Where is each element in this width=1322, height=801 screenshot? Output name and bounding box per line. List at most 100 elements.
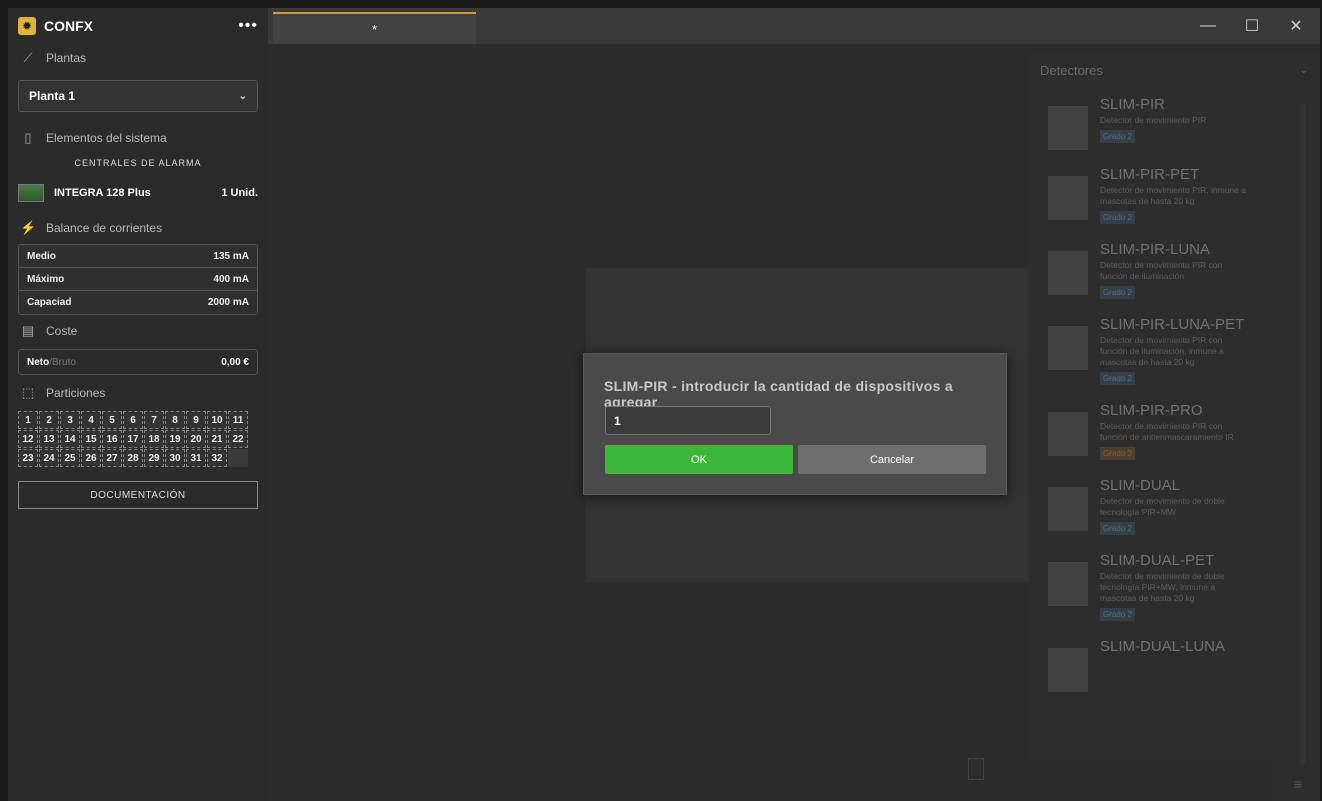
minimize-icon[interactable]: — bbox=[1188, 8, 1228, 44]
central-item[interactable]: INTEGRA 128 Plus 1 Unid. bbox=[8, 178, 268, 208]
partition-cell[interactable]: 27 bbox=[102, 449, 122, 467]
coste-field[interactable]: Neto /Bruto 0,00 € bbox=[18, 349, 258, 375]
detector-desc: Detector de movimiento PIR con función d… bbox=[1100, 335, 1224, 367]
partition-icon: ⬚ bbox=[21, 385, 35, 400]
partition-cell[interactable]: 9 bbox=[186, 411, 206, 429]
detector-item[interactable]: SLIM-PIR-PRO Detector de movimiento PIR c… bbox=[1028, 394, 1320, 469]
detector-desc: Detector de movimiento PIR, inmune a mas… bbox=[1100, 185, 1246, 206]
detector-name: SLIM-DUAL bbox=[1100, 477, 1181, 494]
detector-desc: Detector de movimiento de doble tecnolog… bbox=[1100, 496, 1225, 517]
partition-grid: 1 2 3 4 5 6 7 8 9 10 11 12 13 14 15 16 17 18 19 20 21 22 23 24 2… bbox=[18, 411, 258, 467]
close-icon[interactable]: ✕ bbox=[1276, 8, 1316, 44]
balance-row-value: 2000 mA bbox=[207, 297, 249, 308]
balance-label: Balance de corrientes bbox=[46, 221, 163, 235]
detector-image bbox=[1048, 562, 1088, 606]
partition-cell[interactable]: 17 bbox=[123, 430, 143, 448]
partition-cell[interactable]: 18 bbox=[144, 430, 164, 448]
device-icon: ▯ bbox=[24, 130, 32, 145]
partition-cell[interactable]: 22 bbox=[228, 430, 248, 448]
partition-cell[interactable]: 13 bbox=[39, 430, 59, 448]
coste-label: Coste bbox=[46, 324, 78, 338]
cancel-button[interactable]: Cancelar bbox=[798, 445, 986, 474]
detector-desc: Detector de movimiento PIR con función d… bbox=[1100, 260, 1223, 281]
grade-badge: Grado 2 bbox=[1100, 130, 1135, 143]
partition-cell[interactable]: 8 bbox=[165, 411, 185, 429]
tab-project[interactable]: * bbox=[273, 12, 476, 44]
partition-cell[interactable]: 23 bbox=[18, 449, 38, 467]
detector-info: SLIM-PIR-PRO Detector de movimiento PIR c… bbox=[1100, 402, 1250, 461]
ok-button[interactable]: OK bbox=[605, 445, 793, 474]
balance-row-value: 400 mA bbox=[213, 273, 249, 285]
cost-icon: ▤ bbox=[21, 323, 35, 338]
detector-item[interactable]: SLIM-PIR-PET Detector de movimiento PIR, … bbox=[1028, 158, 1320, 233]
partition-cell[interactable]: 11 bbox=[228, 411, 248, 429]
partition-cell[interactable]: 32 bbox=[207, 449, 227, 467]
detector-item[interactable]: SLIM-PIR Detector de movimiento PIR Grado … bbox=[1028, 88, 1320, 158]
detector-name: SLIM-PIR bbox=[1100, 96, 1166, 113]
partition-cell[interactable]: 1 bbox=[18, 411, 38, 429]
detector-desc: Detector de movimiento de doble tecnolog… bbox=[1100, 571, 1225, 603]
detector-item[interactable]: SLIM-PIR-LUNA-PET Detector de movimiento … bbox=[1028, 308, 1320, 394]
partition-cell[interactable]: 7 bbox=[144, 411, 164, 429]
partition-cell[interactable]: 31 bbox=[186, 449, 206, 467]
detectors-header[interactable]: Detectores ⌄ bbox=[1028, 52, 1320, 88]
detector-image bbox=[1048, 412, 1088, 456]
partition-cell[interactable]: 2 bbox=[39, 411, 59, 429]
floors-icon: ⟋ bbox=[23, 50, 33, 65]
detector-image bbox=[1048, 251, 1088, 295]
partition-cell[interactable]: 25 bbox=[60, 449, 80, 467]
partition-cell[interactable]: 29 bbox=[144, 449, 164, 467]
partition-cell[interactable]: 26 bbox=[81, 449, 101, 467]
detector-info: SLIM-DUAL Detector de movimiento de doble… bbox=[1100, 477, 1250, 536]
lightning-icon: ⚡ bbox=[20, 220, 37, 235]
partition-cell[interactable]: 14 bbox=[60, 430, 80, 448]
partition-cell[interactable]: 28 bbox=[123, 449, 143, 467]
chevron-down-icon: ⌄ bbox=[1299, 64, 1308, 76]
coste-value: 0,00 € bbox=[221, 356, 249, 368]
more-menu-icon[interactable]: ••• bbox=[238, 17, 258, 35]
detector-item[interactable]: SLIM-DUAL-LUNA bbox=[1028, 630, 1320, 700]
menu-icon[interactable]: ≡ bbox=[1294, 776, 1302, 792]
partition-cell[interactable]: 24 bbox=[39, 449, 59, 467]
control-panel-image bbox=[18, 184, 44, 202]
partition-cell[interactable]: 20 bbox=[186, 430, 206, 448]
partition-cell[interactable]: 16 bbox=[102, 430, 122, 448]
detector-desc: Detector de movimiento PIR con función d… bbox=[1100, 421, 1234, 442]
chevron-down-icon: ⌄ bbox=[238, 90, 247, 102]
balance-row: Medio 135 mA bbox=[19, 245, 257, 268]
grade-badge: Grado 2 bbox=[1100, 522, 1135, 535]
balance-row-label: Medio bbox=[27, 250, 56, 262]
partition-cell[interactable]: 12 bbox=[18, 430, 38, 448]
detector-image bbox=[1048, 648, 1088, 692]
planta-select[interactable]: Planta 1 ⌄ bbox=[18, 80, 258, 112]
quantity-input[interactable] bbox=[605, 406, 771, 435]
particiones-header: ⬚ Particiones bbox=[8, 379, 268, 407]
partition-cell[interactable]: 21 bbox=[207, 430, 227, 448]
particiones-label: Particiones bbox=[46, 386, 106, 400]
partition-cell[interactable]: 3 bbox=[60, 411, 80, 429]
partition-cell[interactable]: 6 bbox=[123, 411, 143, 429]
partition-cell[interactable]: 4 bbox=[81, 411, 101, 429]
device-icon[interactable] bbox=[968, 758, 984, 780]
documentacion-button[interactable]: DOCUMENTACIÓN bbox=[18, 481, 258, 509]
partition-cell[interactable]: 5 bbox=[102, 411, 122, 429]
detector-name: SLIM-PIR-PRO bbox=[1100, 402, 1203, 419]
detector-item[interactable]: SLIM-DUAL Detector de movimiento de doble… bbox=[1028, 469, 1320, 544]
detectors-panel: Detectores ⌄ SLIM-PIR Detector de movimie… bbox=[1028, 52, 1320, 801]
partition-cell[interactable]: 30 bbox=[165, 449, 185, 467]
detector-item[interactable]: SLIM-DUAL-PET Detector de movimiento de d… bbox=[1028, 544, 1320, 630]
partition-cell[interactable]: 19 bbox=[165, 430, 185, 448]
detector-name: SLIM-DUAL-LUNA bbox=[1100, 638, 1226, 655]
maximize-icon[interactable]: ☐ bbox=[1232, 8, 1272, 44]
partition-cell[interactable]: 15 bbox=[81, 430, 101, 448]
detector-image bbox=[1048, 326, 1088, 370]
balance-header: ⚡ Balance de corrientes bbox=[8, 214, 268, 242]
detector-name: SLIM-PIR-LUNA bbox=[1100, 241, 1211, 258]
neto-label: Neto bbox=[27, 356, 50, 368]
detectors-scrollbar[interactable] bbox=[1300, 104, 1306, 764]
partition-cell[interactable]: 10 bbox=[207, 411, 227, 429]
quantity-dialog: SLIM-PIR - introducir la cantidad de dis… bbox=[583, 353, 1007, 495]
detector-item[interactable]: SLIM-PIR-LUNA Detector de movimiento PIR … bbox=[1028, 233, 1320, 308]
app-title: CONFX bbox=[44, 18, 93, 34]
planta-selected: Planta 1 bbox=[29, 89, 76, 103]
